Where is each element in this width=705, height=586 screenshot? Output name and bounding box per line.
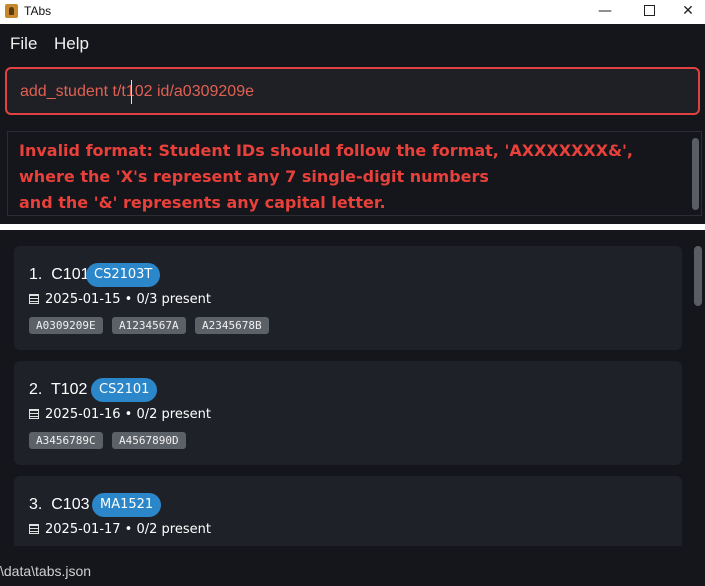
course-badge: CS2101 (91, 378, 158, 402)
calendar-icon (29, 409, 39, 419)
result-scrollbar[interactable] (692, 138, 699, 210)
tutorial-title: 3. C103 (29, 496, 90, 513)
close-button[interactable]: ✕ (671, 0, 705, 24)
window-title: TAbs (24, 4, 52, 18)
maximize-button[interactable] (626, 0, 672, 24)
app-icon (5, 4, 18, 18)
status-bar: \data\tabs.json (0, 556, 705, 586)
course-badge: CS2103T (86, 263, 161, 287)
tutorial-date: 2025-01-15 • 0/3 present (45, 292, 211, 307)
result-line: Invalid format: Student IDs should follo… (19, 141, 633, 160)
result-line: and the '&' represents any capital lette… (19, 193, 386, 212)
tutorial-date: 2025-01-17 • 0/2 present (45, 522, 211, 537)
title-bar: TAbs — ✕ (0, 0, 705, 24)
student-id-tag: A3456789C (29, 432, 103, 449)
tutorial-card[interactable]: 3. C103 MA1521 2025-01-17 • 0/2 present (14, 476, 682, 546)
command-input-value: add_student t/t102 id/a0309209e (20, 83, 254, 100)
data-file-path: \data\tabs.json (0, 563, 92, 579)
menu-bar: File Help (0, 26, 705, 60)
panel-divider[interactable] (0, 224, 705, 230)
course-badge: MA1521 (92, 493, 162, 517)
text-caret (131, 80, 132, 104)
student-id-tag: A1234567A (112, 317, 186, 334)
list-scrollbar[interactable] (694, 246, 702, 306)
tutorial-card[interactable]: 1. C101 CS2103T 2025-01-15 • 0/3 present… (14, 246, 682, 350)
calendar-icon (29, 294, 39, 304)
tutorial-list: 1. C101 CS2103T 2025-01-15 • 0/3 present… (0, 232, 705, 546)
close-icon: ✕ (682, 3, 694, 19)
result-display: Invalid format: Student IDs should follo… (7, 131, 702, 216)
maximize-icon (643, 4, 655, 16)
tutorial-title: 2. T102 (29, 381, 88, 398)
command-input[interactable]: add_student t/t102 id/a0309209e (5, 67, 700, 115)
minimize-button[interactable]: — (582, 0, 628, 24)
menu-file[interactable]: File (10, 34, 37, 54)
calendar-icon (29, 524, 39, 534)
minimize-icon: — (598, 3, 612, 19)
student-id-tag: A4567890D (112, 432, 186, 449)
result-line: where the 'X's represent any 7 single-di… (19, 167, 489, 186)
menu-help[interactable]: Help (54, 34, 89, 54)
tutorial-date: 2025-01-16 • 0/2 present (45, 407, 211, 422)
tutorial-title: 1. C101 (29, 266, 90, 283)
tutorial-card[interactable]: 2. T102 CS2101 2025-01-16 • 0/2 present … (14, 361, 682, 465)
student-id-tag: A2345678B (195, 317, 269, 334)
student-id-tag: A0309209E (29, 317, 103, 334)
